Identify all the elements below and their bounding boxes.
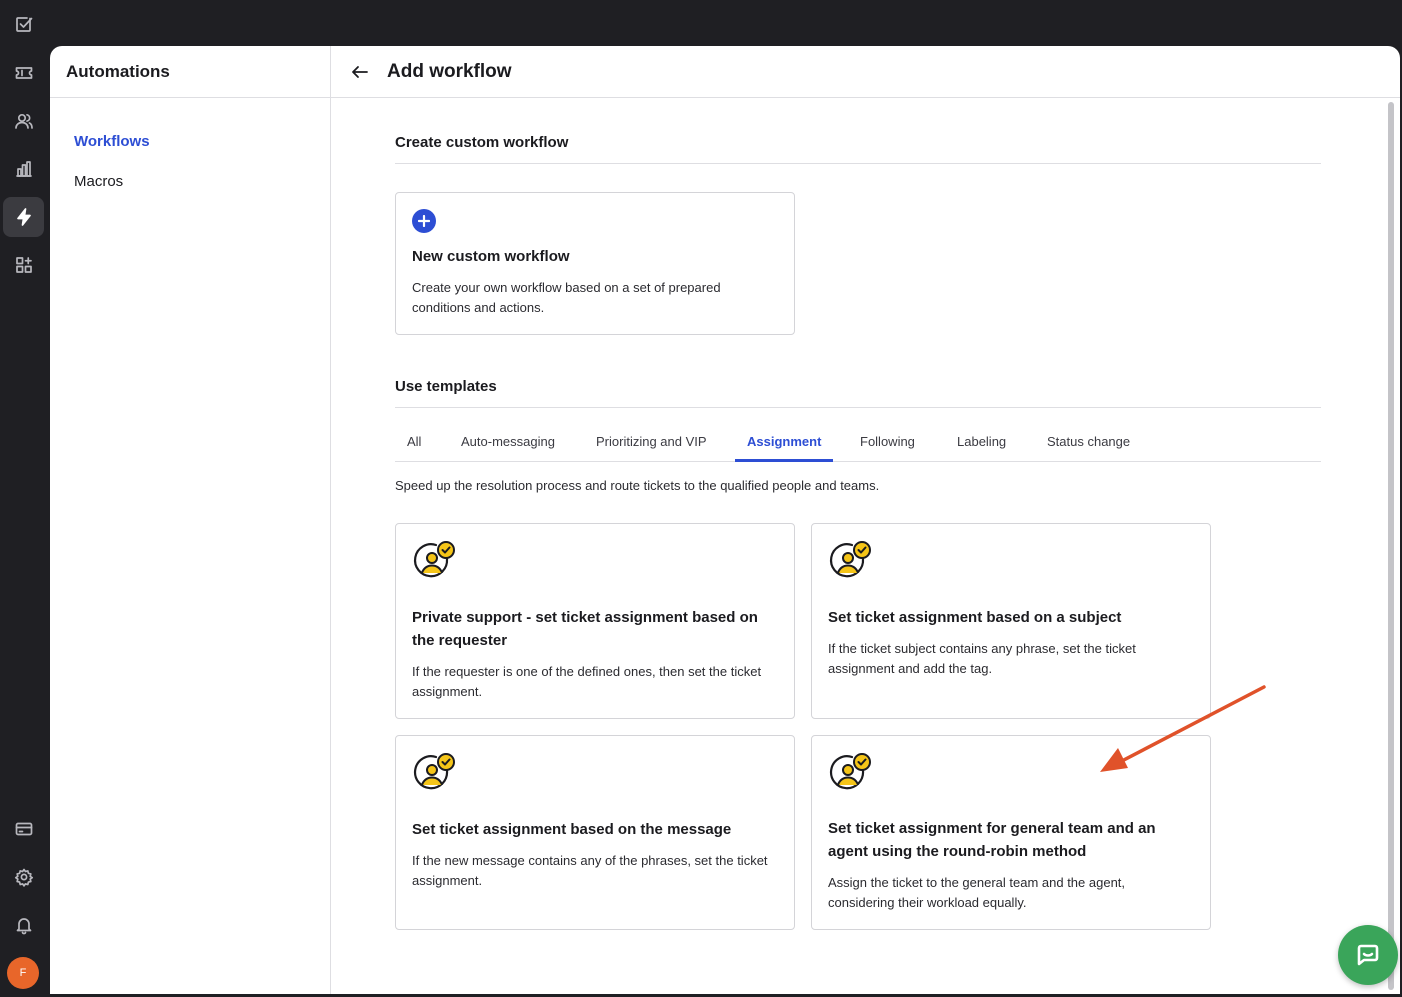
reports-icon[interactable]: [3, 149, 44, 189]
apps-icon[interactable]: [3, 245, 44, 285]
template-card[interactable]: Set ticket assignment based on the messa…: [395, 735, 795, 930]
tab-labeling[interactable]: Labeling: [945, 426, 1018, 462]
card-title: Set ticket assignment based on a subject: [828, 609, 1122, 626]
app-logo-icon[interactable]: [3, 4, 44, 44]
assignment-icon: [829, 753, 871, 790]
tab-auto-messaging[interactable]: Auto-messaging: [449, 426, 567, 462]
notifications-icon[interactable]: [3, 905, 44, 945]
divider: [395, 163, 1321, 164]
card-description: Create your own workflow based on a set …: [412, 280, 721, 315]
app-rail: F: [0, 0, 50, 997]
card-title: Set ticket assignment for general team a…: [828, 820, 1156, 860]
billing-icon[interactable]: [3, 809, 44, 849]
tab-assignment[interactable]: Assignment: [735, 426, 834, 462]
template-card[interactable]: Set ticket assignment for general team a…: [811, 735, 1211, 930]
card-description: If the ticket subject contains any phras…: [828, 641, 1136, 676]
tab-status-change[interactable]: Status change: [1035, 426, 1142, 462]
assignment-icon: [829, 541, 871, 578]
custom-section-title: Create custom workflow: [395, 134, 569, 151]
main-panel: Automations Workflows Macros Add workflo…: [50, 46, 1400, 994]
sidebar-item-macros[interactable]: Macros: [74, 173, 123, 190]
tab-description: Speed up the resolution process and rout…: [395, 478, 880, 493]
assignment-icon: [413, 541, 455, 578]
back-arrow-icon[interactable]: [349, 61, 371, 83]
page-title: Add workflow: [387, 61, 512, 82]
automations-sidebar: Automations Workflows Macros: [50, 46, 331, 994]
card-description: If the requester is one of the defined o…: [412, 664, 762, 699]
avatar[interactable]: F: [7, 957, 39, 989]
scrollbar-thumb[interactable]: [1388, 102, 1394, 990]
scrollbar[interactable]: [1386, 100, 1396, 992]
new-custom-workflow-card[interactable]: New custom workflow Create your own work…: [395, 192, 795, 335]
card-title: Private support - set ticket assignment …: [412, 609, 758, 649]
card-description: If the new message contains any of the p…: [412, 853, 768, 888]
tab-prioritizing-and-vip[interactable]: Prioritizing and VIP: [584, 426, 719, 462]
card-description: Assign the ticket to the general team an…: [828, 875, 1126, 910]
template-card[interactable]: Private support - set ticket assignment …: [395, 523, 795, 719]
settings-icon[interactable]: [3, 857, 44, 897]
card-title: New custom workflow: [412, 248, 570, 265]
divider: [395, 407, 1321, 408]
contacts-icon[interactable]: [3, 101, 44, 141]
tab-all[interactable]: All: [395, 426, 433, 462]
sidebar-item-workflows[interactable]: Workflows: [74, 133, 150, 150]
chat-bubble-icon: [1357, 944, 1379, 966]
plus-icon: [412, 209, 436, 233]
chat-button[interactable]: [1338, 925, 1398, 985]
tab-following[interactable]: Following: [848, 426, 927, 462]
sidebar-title: Automations: [50, 46, 330, 98]
automations-icon[interactable]: [3, 197, 44, 237]
card-title: Set ticket assignment based on the messa…: [412, 821, 732, 838]
template-tabs: All Auto-messaging Prioritizing and VIP …: [395, 426, 1321, 462]
content-area: Add workflow Create custom workflow New …: [331, 46, 1400, 994]
assignment-icon: [413, 753, 455, 790]
tickets-icon[interactable]: [3, 53, 44, 93]
template-card[interactable]: Set ticket assignment based on a subject…: [811, 523, 1211, 719]
templates-section-title: Use templates: [395, 378, 497, 395]
